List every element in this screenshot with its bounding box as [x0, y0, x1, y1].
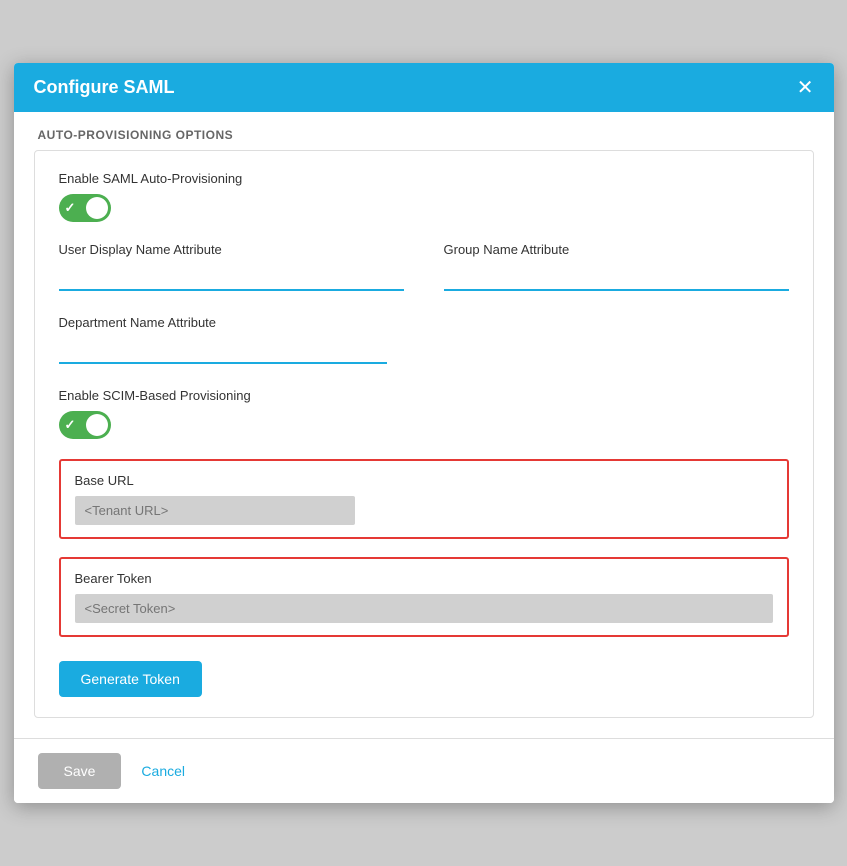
enable-saml-label: Enable SAML Auto-Provisioning: [59, 171, 789, 186]
save-button[interactable]: Save: [38, 753, 122, 789]
dialog-title: Configure SAML: [34, 77, 175, 98]
department-name-field: Department Name Attribute: [59, 315, 789, 364]
generate-token-button[interactable]: Generate Token: [59, 661, 202, 697]
user-display-name-field: User Display Name Attribute: [59, 242, 404, 291]
bearer-token-box: Bearer Token: [59, 557, 789, 637]
enable-scim-toggle[interactable]: ✓: [59, 411, 111, 439]
toggle-scim-knob: [86, 414, 108, 436]
dialog-body: AUTO-PROVISIONING OPTIONS Enable SAML Au…: [14, 112, 834, 738]
toggle-saml-wrapper: ✓: [59, 194, 789, 222]
group-name-input[interactable]: [444, 265, 789, 291]
row-display-group: User Display Name Attribute Group Name A…: [59, 242, 789, 291]
enable-saml-toggle[interactable]: ✓: [59, 194, 111, 222]
cancel-button[interactable]: Cancel: [141, 763, 185, 779]
user-display-name-label: User Display Name Attribute: [59, 242, 404, 257]
toggle-knob: [86, 197, 108, 219]
toggle-scim-wrapper: ✓: [59, 411, 789, 439]
toggle-check-icon: ✓: [65, 200, 76, 216]
close-button[interactable]: ✕: [797, 78, 814, 98]
base-url-input[interactable]: [75, 496, 355, 525]
bearer-token-label: Bearer Token: [75, 571, 773, 586]
department-name-label: Department Name Attribute: [59, 315, 789, 330]
auto-provisioning-section: Enable SAML Auto-Provisioning ✓ User Dis…: [34, 150, 814, 718]
toggle-scim-check-icon: ✓: [65, 417, 76, 433]
base-url-box: Base URL: [59, 459, 789, 539]
bearer-token-input[interactable]: [75, 594, 773, 623]
section-header-auto-provisioning: AUTO-PROVISIONING OPTIONS: [14, 112, 834, 150]
user-display-name-input[interactable]: [59, 265, 404, 291]
dialog-header: Configure SAML ✕: [14, 63, 834, 112]
toggle-track: ✓: [59, 194, 111, 222]
toggle-scim-track: ✓: [59, 411, 111, 439]
configure-saml-dialog: Configure SAML ✕ AUTO-PROVISIONING OPTIO…: [14, 63, 834, 803]
department-name-input[interactable]: [59, 338, 388, 364]
base-url-label: Base URL: [75, 473, 773, 488]
dialog-footer: Save Cancel: [14, 738, 834, 803]
group-name-label: Group Name Attribute: [444, 242, 789, 257]
enable-scim-label: Enable SCIM-Based Provisioning: [59, 388, 789, 403]
group-name-field: Group Name Attribute: [444, 242, 789, 291]
